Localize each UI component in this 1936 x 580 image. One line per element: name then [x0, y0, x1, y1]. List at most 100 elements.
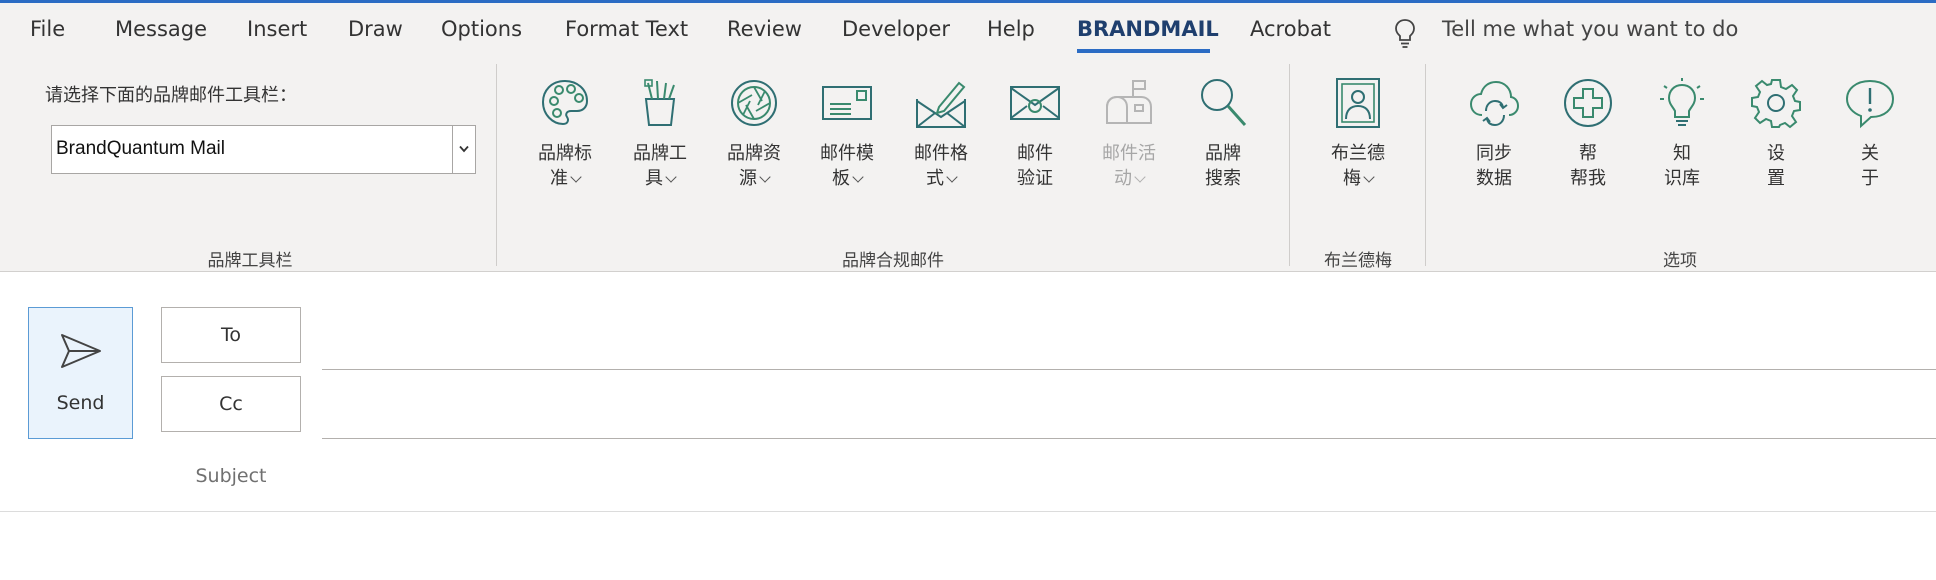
- button-label-line1: 邮件格: [914, 143, 968, 164]
- email-format-button[interactable]: 邮件格 式: [903, 77, 979, 237]
- subject-label: Subject: [195, 465, 267, 487]
- envelope-template-icon: [822, 86, 872, 120]
- button-label-line2: 梅: [1343, 168, 1361, 189]
- envelope-pen-icon: [916, 81, 966, 128]
- send-button[interactable]: Send: [28, 307, 133, 439]
- chevron-down-icon: [1363, 171, 1375, 183]
- button-label-line1: 设: [1767, 143, 1785, 164]
- search-icon: [1201, 79, 1247, 127]
- aperture-icon: [731, 80, 777, 126]
- tab-draw[interactable]: Draw: [348, 17, 403, 41]
- help-me-button[interactable]: 帮 帮我: [1550, 77, 1626, 237]
- group-label-brand: 布兰德梅: [1324, 251, 1392, 271]
- button-label-line1: 品牌工: [633, 143, 687, 164]
- cc-field[interactable]: [322, 438, 1936, 439]
- button-label-line1: 品牌资: [727, 143, 781, 164]
- group-separator: [1425, 64, 1426, 266]
- tab-message[interactable]: Message: [115, 17, 207, 41]
- button-label-line2: 帮我: [1570, 168, 1606, 189]
- toolbar-dropdown[interactable]: BrandQuantum Mail: [51, 125, 476, 174]
- to-label: To: [220, 324, 241, 346]
- active-tab-indicator: [1077, 49, 1210, 53]
- button-label-line1: 帮: [1579, 143, 1597, 164]
- palette-icon: [541, 79, 589, 126]
- group-label-compliance: 品牌合规邮件: [842, 251, 944, 271]
- pencil-cup-icon: [644, 79, 676, 126]
- chevron-down-icon: [759, 171, 771, 183]
- tab-file[interactable]: File: [30, 17, 65, 41]
- subject-field[interactable]: [0, 511, 1936, 512]
- lightbulb-icon[interactable]: [1390, 17, 1420, 49]
- button-label-line2: 式: [926, 168, 944, 189]
- info-bubble-icon: [1845, 79, 1895, 129]
- chevron-down-icon: [946, 171, 958, 183]
- brandmail-button[interactable]: 布兰德 梅: [1320, 77, 1396, 237]
- lightbulb-icon: [1660, 78, 1704, 126]
- settings-button[interactable]: 设 置: [1738, 77, 1814, 237]
- knowledge-base-button[interactable]: 知 识库: [1644, 77, 1720, 237]
- mailbox-icon: [1106, 80, 1152, 124]
- button-label-line1: 关: [1861, 143, 1879, 164]
- brand-resources-button[interactable]: 品牌资 源: [716, 77, 792, 237]
- menu-bar: File Message Insert Draw Options Format …: [0, 3, 1936, 59]
- sync-data-button[interactable]: 同步 数据: [1456, 77, 1532, 237]
- send-label: Send: [56, 392, 105, 414]
- envelope-verify-icon: [1010, 86, 1060, 120]
- button-label-line1: 品牌标: [538, 143, 592, 164]
- email-campaign-button: 邮件活 动: [1091, 77, 1167, 237]
- to-field[interactable]: [322, 369, 1936, 370]
- tab-insert[interactable]: Insert: [247, 17, 307, 41]
- ribbon: 请选择下面的品牌邮件工具栏： BrandQuantum Mail 品牌工具栏 品…: [0, 59, 1936, 272]
- tab-help[interactable]: Help: [987, 17, 1035, 41]
- cloud-sync-icon: [1469, 80, 1520, 127]
- group-separator: [1289, 64, 1290, 266]
- tab-developer[interactable]: Developer: [842, 17, 950, 41]
- button-label-line2: 识库: [1664, 168, 1700, 189]
- cc-label: Cc: [219, 393, 243, 415]
- tab-brandmail[interactable]: BRANDMAIL: [1077, 17, 1219, 41]
- group-label-toolbar: 品牌工具栏: [207, 251, 293, 271]
- button-label-line2: 于: [1861, 168, 1879, 189]
- button-label-line1: 布兰德: [1331, 143, 1385, 164]
- button-label-line2: 验证: [1017, 168, 1053, 189]
- brand-tools-button[interactable]: 品牌工 具: [622, 77, 698, 237]
- button-label-line1: 邮件: [1017, 143, 1053, 164]
- to-button[interactable]: To: [161, 307, 301, 363]
- button-label-line1: 品牌: [1205, 143, 1241, 164]
- button-label-line1: 邮件活: [1102, 143, 1156, 164]
- send-icon: [61, 334, 101, 368]
- chevron-down-icon: [852, 171, 864, 183]
- button-label-line2: 搜索: [1205, 168, 1241, 189]
- email-templates-button[interactable]: 邮件模 板: [809, 77, 885, 237]
- toolbar-dropdown-button[interactable]: [452, 126, 475, 173]
- tab-review[interactable]: Review: [727, 17, 802, 41]
- email-verify-button[interactable]: 邮件 验证: [997, 77, 1073, 237]
- chevron-down-icon: [570, 171, 582, 183]
- brand-search-button[interactable]: 品牌 搜索: [1185, 77, 1261, 237]
- button-label-line2: 板: [832, 168, 850, 189]
- toolbar-select-prompt: 请选择下面的品牌邮件工具栏：: [45, 85, 297, 106]
- tab-format-text[interactable]: Format Text: [565, 17, 688, 41]
- chevron-down-icon: [1134, 171, 1146, 183]
- toolbar-dropdown-value: BrandQuantum Mail: [56, 138, 225, 159]
- button-label-line2: 数据: [1476, 168, 1512, 189]
- tell-me-search[interactable]: Tell me what you want to do: [1442, 17, 1738, 41]
- portrait-icon: [1336, 78, 1380, 128]
- chevron-down-icon: [459, 145, 469, 153]
- group-separator: [496, 64, 497, 266]
- button-label-line1: 邮件模: [820, 143, 874, 164]
- button-label-line2: 置: [1767, 168, 1785, 189]
- button-label-line2: 具: [645, 168, 663, 189]
- button-label-line2: 源: [739, 168, 757, 189]
- about-button[interactable]: 关 于: [1832, 77, 1908, 237]
- cc-button[interactable]: Cc: [161, 376, 301, 432]
- group-label-options: 选项: [1663, 251, 1697, 271]
- plus-circle-icon: [1564, 79, 1612, 127]
- button-label-line1: 知: [1673, 143, 1691, 164]
- chevron-down-icon: [665, 171, 677, 183]
- tab-acrobat[interactable]: Acrobat: [1250, 17, 1331, 41]
- brand-standards-button[interactable]: 品牌标 准: [527, 77, 603, 237]
- button-label-line1: 同步: [1476, 143, 1512, 164]
- tab-options[interactable]: Options: [441, 17, 522, 41]
- gear-icon: [1751, 79, 1801, 129]
